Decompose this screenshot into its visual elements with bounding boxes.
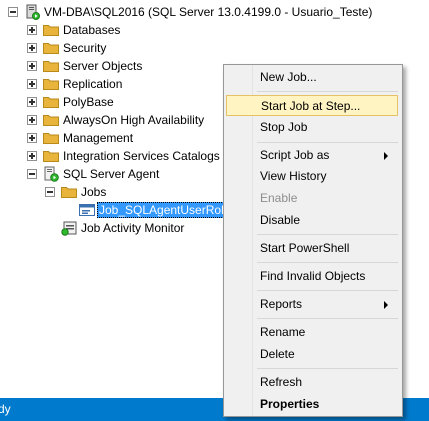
expand-icon[interactable] — [27, 61, 37, 71]
menu-item-new-job[interactable]: New Job... — [226, 67, 398, 88]
activity-monitor-icon — [61, 221, 77, 236]
expand-icon[interactable] — [27, 115, 37, 125]
menu-label: Delete — [260, 347, 295, 361]
folder-icon — [43, 43, 59, 54]
menu-item-find-invalid-objects[interactable]: Find Invalid Objects — [226, 266, 398, 287]
menu-item-disable[interactable]: Disable — [226, 210, 398, 231]
menu-label: View History — [260, 169, 327, 183]
folder-icon — [61, 187, 77, 198]
menu-separator — [257, 142, 398, 143]
menu-label: Refresh — [260, 375, 303, 389]
menu-separator — [257, 318, 398, 319]
menu-item-rename[interactable]: Rename — [226, 322, 398, 343]
collapse-icon[interactable] — [8, 7, 18, 17]
menu-item-view-history[interactable]: View History — [226, 166, 398, 187]
folder-icon — [43, 61, 59, 72]
folder-icon — [43, 115, 59, 126]
server-icon — [26, 4, 40, 20]
server-label: VM-DBA\SQL2016 (SQL Server 13.0.4199.0 -… — [44, 5, 373, 19]
menu-label: Script Job as — [260, 148, 330, 162]
tree-label-replication: Replication — [63, 77, 123, 91]
menu-label: Properties — [260, 397, 320, 411]
menu-item-delete[interactable]: Delete — [226, 344, 398, 365]
menu-separator — [257, 262, 398, 263]
menu-item-enable[interactable]: Enable — [226, 188, 398, 209]
submenu-arrow-icon — [384, 301, 388, 309]
menu-item-reports[interactable]: Reports — [226, 294, 398, 315]
menu-label: Find Invalid Objects — [260, 269, 366, 283]
folder-icon — [43, 79, 59, 90]
collapse-icon[interactable] — [27, 169, 37, 179]
tree-label-sql-agent: SQL Server Agent — [63, 167, 160, 181]
expand-icon[interactable] — [27, 151, 37, 161]
menu-item-refresh[interactable]: Refresh — [226, 372, 398, 393]
menu-label: Disable — [260, 213, 301, 227]
tree-label-security: Security — [63, 41, 107, 55]
collapse-icon[interactable] — [45, 187, 55, 197]
menu-label: Rename — [260, 325, 306, 339]
context-menu: New Job... Start Job at Step... Stop Job… — [223, 64, 403, 417]
tree-label-selected-job: Job_SQLAgentUserRole — [97, 202, 233, 218]
expand-icon[interactable] — [27, 25, 37, 35]
expand-icon[interactable] — [27, 133, 37, 143]
menu-label: Reports — [260, 297, 303, 311]
expand-icon[interactable] — [27, 97, 37, 107]
job-icon — [79, 204, 95, 216]
menu-item-script-job-as[interactable]: Script Job as — [226, 145, 398, 166]
menu-separator — [257, 290, 398, 291]
folder-icon — [43, 151, 59, 162]
menu-label: Start PowerShell — [260, 241, 350, 255]
menu-separator — [257, 91, 398, 92]
tree-label-databases: Databases — [63, 23, 121, 37]
menu-separator — [257, 234, 398, 235]
menu-item-stop-job[interactable]: Stop Job — [226, 117, 398, 138]
tree-label-jobs: Jobs — [81, 185, 107, 199]
folder-icon — [43, 97, 59, 108]
submenu-arrow-icon — [384, 152, 388, 160]
tree-label-job-activity-monitor: Job Activity Monitor — [81, 221, 185, 235]
menu-item-start-powershell[interactable]: Start PowerShell — [226, 238, 398, 259]
menu-item-properties[interactable]: Properties — [226, 394, 398, 415]
expand-icon[interactable] — [27, 43, 37, 53]
tree-label-server-objects: Server Objects — [63, 59, 143, 73]
tree-label-integration-services: Integration Services Catalogs — [63, 149, 220, 163]
folder-icon — [43, 133, 59, 144]
menu-separator — [257, 368, 398, 369]
tree-label-management: Management — [63, 131, 134, 145]
tree-label-alwayson: AlwaysOn High Availability — [63, 113, 205, 127]
agent-icon — [44, 166, 59, 182]
menu-label: Enable — [260, 191, 298, 205]
expand-icon[interactable] — [27, 79, 37, 89]
status-text: dy — [0, 402, 11, 416]
menu-label: Start Job at Step... — [261, 99, 361, 113]
menu-label: Stop Job — [260, 120, 308, 134]
menu-label: New Job... — [260, 70, 317, 84]
tree-label-polybase: PolyBase — [63, 95, 114, 109]
folder-icon — [43, 25, 59, 36]
menu-item-start-job-at-step[interactable]: Start Job at Step... — [226, 95, 398, 116]
